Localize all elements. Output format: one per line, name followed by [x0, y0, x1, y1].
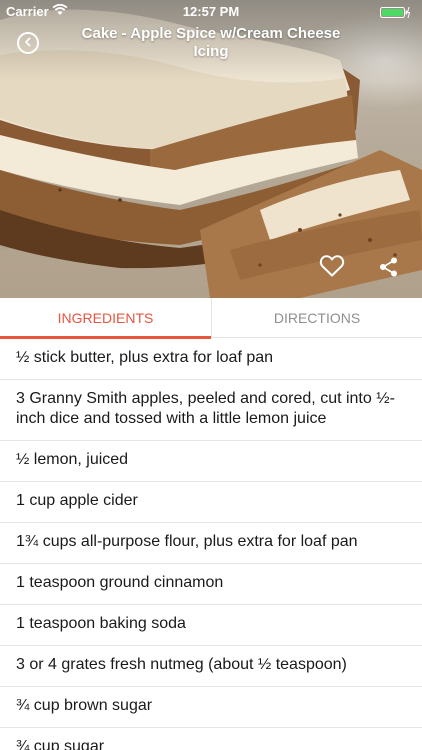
- list-item: ¾ cup brown sugar: [0, 687, 422, 728]
- hero-image: Carrier 12:57 PM Cake - Apple Spice w/Cr…: [0, 0, 422, 298]
- ingredient-text: 1¾ cups all-purpose flour, plus extra fo…: [16, 533, 358, 550]
- list-item: ½ stick butter, plus extra for loaf pan: [0, 339, 422, 380]
- recipe-title: Cake - Apple Spice w/Cream Cheese Icing: [81, 25, 341, 60]
- ingredient-text: ¾ cup sugar: [16, 738, 105, 750]
- list-item: 1¾ cups all-purpose flour, plus extra fo…: [0, 523, 422, 564]
- ingredient-list: ½ stick butter, plus extra for loaf pan …: [0, 339, 422, 750]
- list-item: 1 teaspoon ground cinnamon: [0, 564, 422, 605]
- list-item: ½ lemon, juiced: [0, 441, 422, 482]
- ingredient-text: 1 teaspoon ground cinnamon: [16, 574, 224, 591]
- favorite-button[interactable]: [319, 254, 345, 278]
- list-item: 1 cup apple cider: [0, 482, 422, 523]
- list-item: ¾ cup sugar: [0, 728, 422, 750]
- ingredient-text: ½ stick butter, plus extra for loaf pan: [16, 349, 274, 366]
- chevron-left-icon: [23, 34, 33, 52]
- list-item: 1 teaspoon baking soda: [0, 605, 422, 646]
- ingredient-text: ¾ cup brown sugar: [16, 697, 153, 714]
- share-button[interactable]: [379, 257, 399, 277]
- ingredient-text: 3 or 4 grates fresh nutmeg (about ½ teas…: [16, 656, 347, 673]
- ingredient-text: 3 Granny Smith apples, peeled and cored,…: [16, 390, 395, 427]
- segmented-tabs: INGREDIENTS DIRECTIONS: [0, 298, 422, 339]
- status-time: 12:57 PM: [182, 4, 240, 19]
- battery-charging-icon: [380, 6, 411, 21]
- tab-directions[interactable]: DIRECTIONS: [211, 298, 422, 338]
- status-bar: Carrier 12:57 PM: [0, 0, 422, 22]
- back-button[interactable]: [17, 32, 39, 54]
- list-item: 3 or 4 grates fresh nutmeg (about ½ teas…: [0, 646, 422, 687]
- tab-ingredients[interactable]: INGREDIENTS: [0, 298, 211, 339]
- ingredient-text: ½ lemon, juiced: [16, 451, 129, 468]
- ingredient-text: 1 cup apple cider: [16, 492, 138, 509]
- heart-outline-icon: [319, 255, 345, 282]
- nav-bar: Cake - Apple Spice w/Cream Cheese Icing: [0, 22, 422, 66]
- ingredient-text: 1 teaspoon baking soda: [16, 615, 186, 632]
- list-item: 3 Granny Smith apples, peeled and cored,…: [0, 380, 422, 441]
- share-icon: [379, 257, 399, 281]
